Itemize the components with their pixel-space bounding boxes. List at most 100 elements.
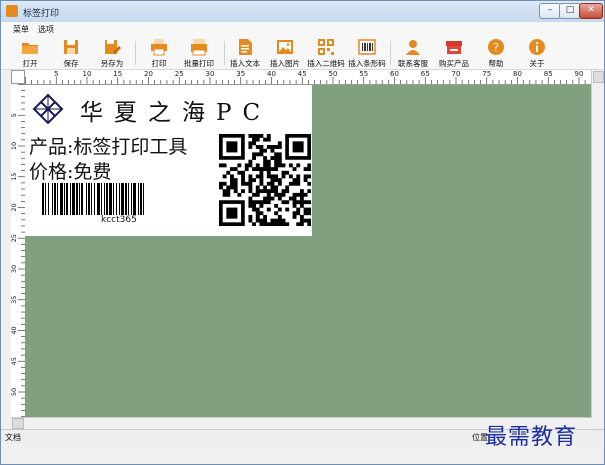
qr-module [248,196,253,201]
barcode-bar [121,183,124,215]
qr-module [248,163,253,168]
insert-image-icon [277,40,293,54]
app-icon [6,5,18,17]
save-as-button[interactable]: 另存为 [90,36,134,69]
scroll-up-arrow[interactable] [593,71,604,83]
qr-module [281,174,286,179]
qr-module [248,214,253,219]
qr-module [307,218,311,223]
qr-module [266,163,271,168]
qr-module [307,174,311,179]
qr-module [274,222,279,226]
qr-module [266,170,271,175]
qr-module [285,170,290,175]
qr-module [248,218,253,223]
qr-module [307,222,311,226]
vertical-scrollbar[interactable] [591,70,604,418]
qr-module [230,167,234,171]
ruler-label: 75 [482,70,491,78]
qr-module [288,174,293,179]
qr-module [307,200,311,205]
qr-module [292,181,297,186]
help-button[interactable]: ? 帮助 [474,36,518,69]
contact-button[interactable]: 联系客服 [391,36,435,69]
qr-module [303,174,308,179]
qr-module [248,141,253,146]
barcode-bar [86,183,87,215]
qr-module [270,167,275,171]
batch-print-button[interactable]: 批量打印 [177,36,221,69]
ruler-label: 15 [11,173,18,181]
qr-module [248,159,253,164]
qr-module [263,222,268,226]
qr-module [266,189,271,194]
menu-item-menu[interactable]: 菜单 [13,24,29,35]
ruler-label: 5 [54,70,58,78]
qr-module [266,192,271,197]
maximize-button[interactable]: □ [559,3,581,19]
qr-module [233,189,238,194]
barcode-bar [91,183,92,215]
qr-module [292,214,297,219]
qr-module [274,152,279,157]
insert-barcode-button[interactable]: 插入条形码 [345,36,389,69]
qr-module [266,196,271,201]
qr-module [274,167,279,171]
menu-item-options[interactable]: 选项 [38,24,54,35]
qr-module [292,196,297,201]
qr-module [281,200,286,205]
insert-text-button[interactable]: 插入文本 [223,36,267,69]
scroll-left-arrow[interactable] [12,418,24,429]
qr-module [266,137,271,142]
qr-module [285,189,290,194]
status-document: 文档 [5,433,21,442]
about-button[interactable]: 关于 [515,36,559,69]
ruler-label: 35 [11,296,18,304]
toolbar-separator [135,41,136,65]
qr-module [281,163,286,168]
barcode-bar [140,183,142,215]
purchase-button[interactable]: 购买产品 [432,36,476,69]
qr-module [255,218,260,223]
barcode-bar [76,183,78,215]
qr-module [274,174,279,179]
qr-module [226,170,231,175]
open-button[interactable]: 打开 [8,36,52,69]
insert-image-button[interactable]: 插入图片 [263,36,307,69]
qr-module [299,196,304,201]
qr-module [274,159,279,164]
title-bar: 标签打印 – □ ✕ [1,1,604,22]
ruler-label: 90 [575,70,584,78]
barcode-bar [57,183,58,215]
barcode-bar [143,183,144,215]
qr-module [252,200,256,205]
qr-module [252,192,256,197]
qr-module [263,196,268,201]
insert-qrcode-button[interactable]: 插入二维码 [304,36,348,69]
barcode-bar [128,183,129,215]
open-icon [22,43,38,54]
watermark-text: 最需教育 [485,425,578,450]
minimize-button[interactable]: – [539,3,561,19]
qr-module [296,178,301,183]
qr-module [266,145,271,149]
qr-module [307,189,311,194]
barcode-bar [42,183,44,215]
qr-module [241,189,245,194]
qr-module [230,181,234,186]
logo-icon [32,93,64,125]
save-button[interactable]: 保存 [49,36,93,69]
qr-module [274,218,279,223]
qr-module [266,200,271,205]
qr-module [270,185,275,190]
qr-module [248,174,253,179]
barcode-bar [81,183,83,215]
close-button[interactable]: ✕ [579,3,603,19]
qr-module [219,185,223,190]
qr-module [252,222,256,226]
print-button[interactable]: 打印 [137,36,181,69]
qr-module [259,222,264,226]
label-preview[interactable]: 华夏之海PC 产品:标签打印工具 价格:免费 kcct365 [25,85,312,236]
qr-module [285,185,290,190]
ruler-label: 15 [113,70,122,78]
